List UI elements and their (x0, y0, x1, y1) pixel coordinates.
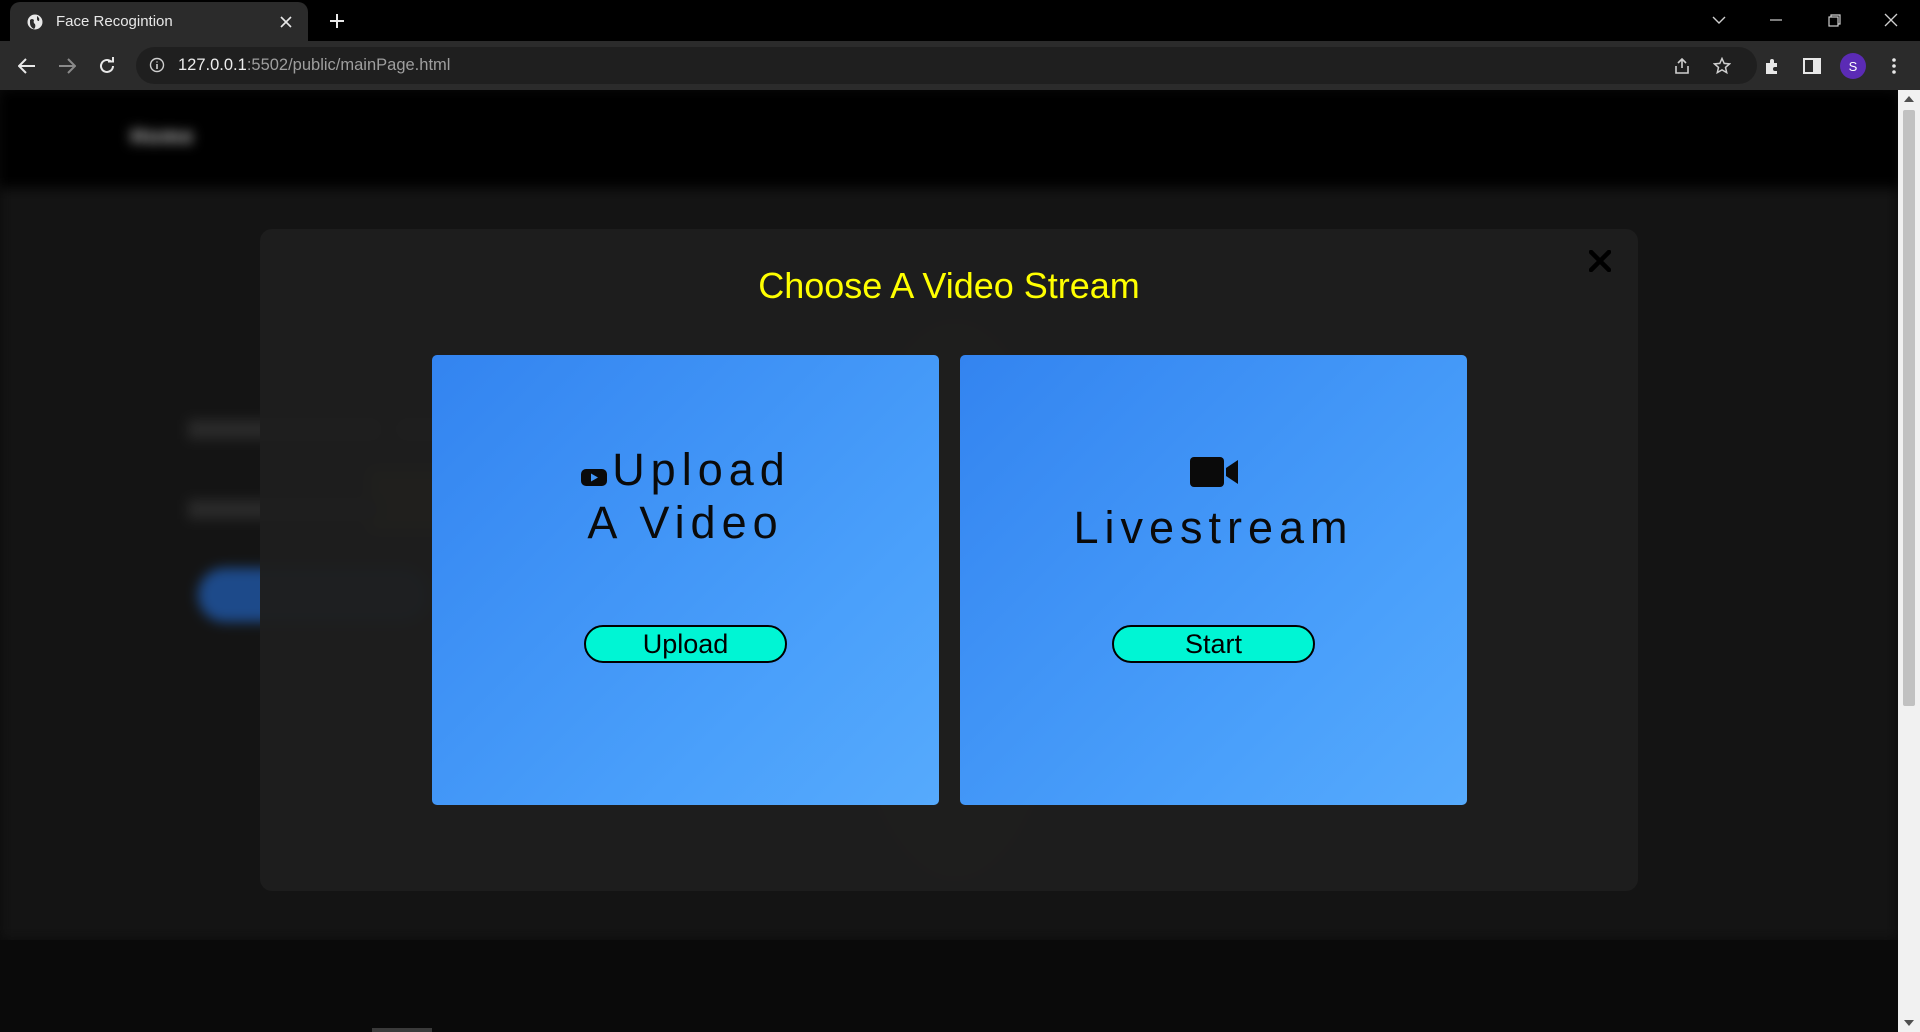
scroll-down-arrow-icon[interactable] (1902, 1016, 1916, 1030)
scrollbar-thumb[interactable] (1903, 110, 1915, 706)
url-text[interactable]: 127.0.0.1:5502/public/mainPage.html (178, 56, 450, 75)
back-arrow-icon[interactable] (11, 50, 43, 82)
globe-icon (26, 13, 44, 31)
tab-close-icon[interactable] (272, 8, 300, 36)
bookmark-star-icon[interactable] (1707, 51, 1737, 81)
url-host: 127.0.0.1 (178, 56, 247, 74)
upload-card-heading: Upload A Video (432, 445, 939, 548)
browser-tab[interactable]: Face Recogintion (10, 2, 308, 41)
livestream-card: Livestream Start (960, 355, 1467, 805)
address-bar[interactable]: 127.0.0.1:5502/public/mainPage.html (136, 47, 1757, 84)
video-stream-modal: Choose A Video Stream Upload A Video Upl… (260, 229, 1638, 891)
page-scrollbar[interactable] (1898, 90, 1920, 1032)
new-tab-icon[interactable] (322, 8, 352, 34)
video-camera-icon (960, 449, 1467, 499)
forward-arrow-icon[interactable] (51, 50, 83, 82)
window-close-icon[interactable] (1862, 0, 1920, 40)
url-path: :5502/public/mainPage.html (246, 56, 451, 74)
share-icon[interactable] (1667, 51, 1697, 81)
start-livestream-button[interactable]: Start (1112, 625, 1315, 663)
extensions-icon[interactable] (1756, 50, 1788, 82)
minimize-icon[interactable] (1747, 0, 1805, 40)
tab-search-icon[interactable] (1690, 0, 1748, 40)
side-panel-icon[interactable] (1796, 50, 1828, 82)
restore-icon[interactable] (1805, 0, 1863, 40)
site-info-icon[interactable] (148, 56, 166, 74)
browser-toolbar: 127.0.0.1:5502/public/mainPage.html S (0, 41, 1920, 90)
upload-video-card: Upload A Video Upload (432, 355, 939, 805)
youtube-icon (580, 448, 608, 498)
page-viewport: Home ▬▬▬ ▬▬▬ ▬▬▬ Choose A Video Stream U… (0, 90, 1898, 1032)
browser-tabstrip: Face Recogintion (0, 0, 1920, 41)
livestream-card-heading: Livestream (960, 449, 1467, 553)
page-footer-area (0, 940, 1898, 1032)
browser-menu-icon[interactable] (1878, 50, 1910, 82)
upload-heading-line1: Upload (612, 444, 791, 495)
reload-icon[interactable] (91, 50, 123, 82)
profile-avatar[interactable]: S (1840, 53, 1866, 79)
scroll-up-arrow-icon[interactable] (1902, 92, 1916, 106)
tab-title: Face Recogintion (56, 13, 173, 30)
upload-button[interactable]: Upload (584, 625, 787, 663)
background-navbar: Home (0, 90, 1898, 188)
nav-home-link[interactable]: Home (131, 126, 195, 149)
upload-heading-line2: A Video (587, 497, 784, 549)
footer-divider (372, 1028, 432, 1032)
modal-title: Choose A Video Stream (758, 265, 1140, 306)
livestream-heading: Livestream (1073, 502, 1354, 553)
